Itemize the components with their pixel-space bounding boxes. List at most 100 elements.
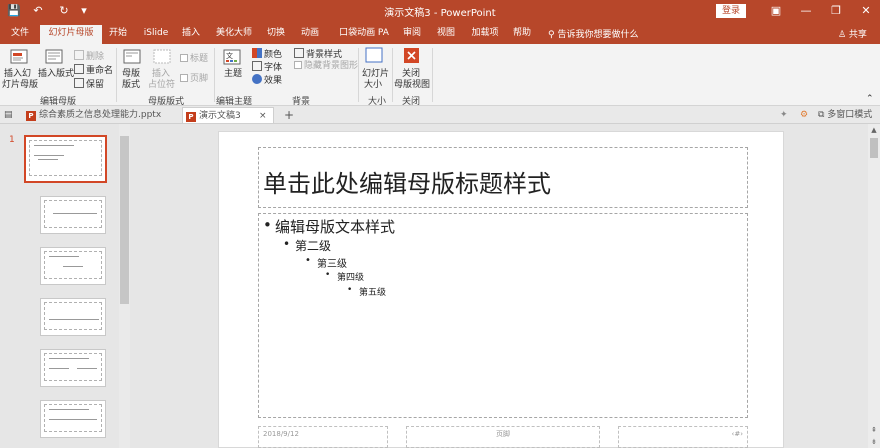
tab-home[interactable]: 开始 (106, 25, 130, 44)
fonts-label: 字体 (264, 63, 283, 73)
tab-file[interactable]: 文件 (6, 25, 34, 44)
preserve-icon (74, 78, 84, 88)
thumbnail-scrollbar[interactable] (119, 124, 130, 448)
tab-meihua[interactable]: 美化大师 (214, 25, 254, 44)
insert-master-label-1: 插入幻 (4, 69, 32, 79)
thumbnail-line (49, 409, 89, 410)
thumbnail-line (49, 319, 99, 320)
date-placeholder[interactable]: 2018/9/12 (258, 426, 388, 448)
footer-checkbox[interactable]: 页脚 (180, 74, 208, 85)
footer-placeholder[interactable]: 页脚 (406, 426, 600, 448)
ribbon-separator (214, 48, 215, 102)
collapse-ribbon-icon[interactable]: ⌃ (866, 94, 874, 105)
tab-pocket-animation[interactable]: 口袋动画 PA (336, 25, 392, 44)
body-placeholder[interactable]: 编辑母版文本样式 第二级 第三级 第四级 第五级 (258, 213, 748, 418)
effects-icon (252, 74, 262, 84)
preserve-label: 保留 (86, 80, 105, 90)
multi-window-label: 多窗口模式 (827, 110, 873, 120)
thumbnail-frame (44, 200, 102, 228)
hide-bg-check-icon (294, 61, 302, 69)
multi-window-button[interactable]: ⧉ 多窗口模式 (818, 107, 872, 123)
colors-button[interactable]: 颜色 (252, 48, 282, 61)
thumbnail-frame (44, 302, 102, 330)
hide-background-checkbox[interactable]: 隐藏背景图形 (294, 61, 358, 72)
effects-button[interactable]: 效果 (252, 74, 282, 87)
restore-icon[interactable]: ❐ (826, 2, 846, 20)
tab-view[interactable]: 视图 (434, 25, 458, 44)
ribbon-separator (432, 48, 433, 102)
pin-icon[interactable]: ✦ (780, 107, 788, 123)
tab-animations[interactable]: 动画 (298, 25, 322, 44)
title-checkbox-label: 标题 (190, 54, 209, 64)
hide-background-label: 隐藏背景图形 (304, 61, 359, 71)
tab-addins[interactable]: 加载项 (470, 25, 500, 44)
canvas-scrollbar[interactable]: ▲ ⇞ ⇟ (868, 124, 880, 448)
ribbon-tabs: 文件 幻灯片母版 开始 iSlide 插入 美化大师 切换 动画 口袋动画 PA… (0, 22, 880, 44)
background-styles-button[interactable]: 背景样式 (294, 48, 342, 61)
thumbnail-layout[interactable] (40, 196, 106, 234)
colors-icon (252, 48, 262, 58)
doc-tabs-menu-icon[interactable]: ▤ (4, 107, 13, 123)
text-level-1: 编辑母版文本样式 (263, 216, 395, 237)
insert-placeholder-icon (153, 49, 171, 64)
tab-review[interactable]: 审阅 (400, 25, 424, 44)
theme-label: 主题 (224, 69, 243, 79)
delete-label: 删除 (86, 52, 105, 62)
title-placeholder[interactable]: 单击此处编辑母版标题样式 (258, 147, 748, 208)
tab-help[interactable]: 帮助 (510, 25, 534, 44)
share-button[interactable]: ♙ 共享 (838, 27, 867, 40)
tab-islide[interactable]: iSlide (140, 25, 172, 44)
delete-button[interactable]: 删除 (74, 50, 104, 63)
background-styles-label: 背景样式 (306, 50, 343, 60)
window-title: 演示文稿3 - PowerPoint (384, 8, 496, 19)
doc-tab-2-label: 演示文稿3 (199, 111, 241, 121)
thumbnail-layout[interactable] (40, 298, 106, 336)
thumbnail-layout[interactable] (40, 349, 106, 387)
ppt-file-icon: P (26, 111, 36, 121)
thumbnail-layout[interactable] (40, 400, 106, 438)
scroll-up-icon[interactable]: ▲ (868, 124, 880, 136)
settings-gear-icon[interactable]: ⚙ (800, 107, 808, 123)
tab-transitions[interactable]: 切换 (264, 25, 288, 44)
tell-me-search[interactable]: ⚲ 告诉我你想要做什么 (548, 27, 638, 40)
scrollbar-thumb[interactable] (120, 136, 129, 304)
title-bar: 💾 ↶ ↻ ▾ 演示文稿3 - PowerPoint 登录 ▣ — ❐ ✕ (0, 0, 880, 22)
ribbon-display-options-icon[interactable]: ▣ (766, 2, 786, 20)
thumbnail-master[interactable] (24, 135, 107, 183)
slide-canvas: 单击此处编辑母版标题样式 编辑母版文本样式 第二级 第三级 第四级 第五级 20… (132, 124, 868, 448)
slide-number-placeholder[interactable]: ‹#› (618, 426, 748, 448)
thumbnail-layout[interactable] (40, 247, 106, 285)
master-layout-label-1: 母版 (122, 69, 141, 79)
slide[interactable]: 单击此处编辑母版标题样式 编辑母版文本样式 第二级 第三级 第四级 第五级 20… (218, 131, 784, 448)
footer-checkbox-label: 页脚 (190, 74, 209, 84)
close-icon[interactable]: ✕ (856, 2, 876, 20)
thumbnail-line (49, 368, 69, 369)
title-checkbox[interactable]: 标题 (180, 54, 208, 65)
thumbnail-line (49, 419, 97, 420)
close-master-icon (404, 48, 419, 63)
tab-insert[interactable]: 插入 (180, 25, 202, 44)
master-layout-icon (123, 49, 141, 64)
ribbon: 插入幻 灯片母版 插入版式 删除 重命名 保留 编辑母版 母版 版式 插入 占位… (0, 44, 880, 107)
prev-slide-icon[interactable]: ⇞ (868, 424, 880, 436)
text-level-3: 第三级 (305, 255, 347, 270)
login-button[interactable]: 登录 (716, 4, 746, 18)
scrollbar-thumb[interactable] (870, 138, 878, 158)
fonts-button[interactable]: 字体 (252, 61, 282, 74)
doc-tab-1[interactable]: P 综合素质之信息处理能力.pptx (26, 107, 161, 123)
next-slide-icon[interactable]: ⇟ (868, 436, 880, 448)
rename-button[interactable]: 重命名 (74, 64, 113, 77)
close-tab-icon[interactable]: × (259, 108, 267, 124)
preserve-button[interactable]: 保留 (74, 78, 104, 91)
tab-slide-master[interactable]: 幻灯片母版 (40, 25, 102, 44)
footer-row: 2018/9/12 页脚 ‹#› (258, 426, 748, 448)
document-tabs: ▤ P 综合素质之信息处理能力.pptx P 演示文稿3 × + ✦ ⚙ ⧉ 多窗口模… (0, 106, 880, 124)
ribbon-separator (358, 48, 359, 102)
ribbon-separator (116, 48, 117, 102)
title-check-icon (180, 54, 188, 62)
minimize-icon[interactable]: — (796, 2, 816, 20)
doc-tab-2[interactable]: P 演示文稿3 × (182, 107, 274, 123)
new-tab-button[interactable]: + (284, 107, 294, 123)
svg-text:文: 文 (226, 51, 233, 60)
background-styles-icon (294, 48, 304, 58)
